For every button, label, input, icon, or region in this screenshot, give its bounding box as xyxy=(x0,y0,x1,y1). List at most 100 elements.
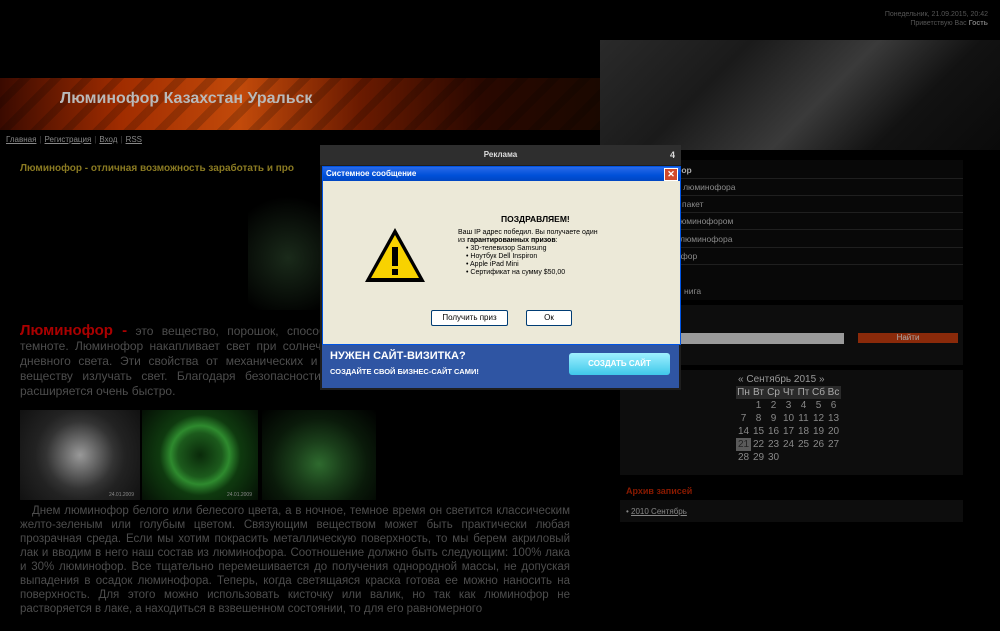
calendar-day[interactable]: 6 xyxy=(826,399,841,412)
calendar-day[interactable]: 5 xyxy=(811,399,826,412)
site-title: Люминофор Казахстан Уральск xyxy=(60,90,313,107)
calendar-day[interactable]: 7 xyxy=(736,412,751,425)
calendar-day[interactable]: 3 xyxy=(781,399,796,412)
weekday-label: Ср xyxy=(766,386,781,399)
weekday-label: Сб xyxy=(811,386,826,399)
calendar-header: « Сентябрь 2015 » xyxy=(738,374,825,385)
prize-item: Сертификат на сумму $50,00 xyxy=(466,269,598,277)
calendar-prev[interactable]: « xyxy=(738,374,744,385)
calendar-day[interactable]: 10 xyxy=(781,412,796,425)
sidebar-link[interactable]: юминофором xyxy=(680,216,733,226)
nav-rss-link[interactable]: RSS xyxy=(126,135,142,144)
dialog-heading: ПОЗДРАВЛЯЕМ! xyxy=(501,214,570,224)
calendar-week: 7 8 9 10 11 12 13 xyxy=(736,412,841,425)
calendar-day[interactable]: 23 xyxy=(766,438,781,451)
message-line: Ваш IP адрес победил. Вы получаете один xyxy=(458,229,598,236)
calendar-day[interactable]: 8 xyxy=(751,412,766,425)
photo-glowing-wheel[interactable]: 24.01.2009 xyxy=(142,410,258,500)
promo-banner[interactable]: НУЖЕН САЙТ-ВИЗИТКА? СОЗДАЙТЕ СВОЙ БИЗНЕС… xyxy=(322,345,679,388)
calendar-weekdays: Пн Вт Ср Чт Пт Сб Вс xyxy=(736,386,841,399)
sidebar-link[interactable]: е люминофора xyxy=(676,182,736,192)
get-prize-button[interactable]: Получить приз xyxy=(431,310,508,326)
calendar-day[interactable]: 21 xyxy=(736,438,751,451)
calendar-day[interactable]: 12 xyxy=(811,412,826,425)
calendar-day[interactable]: 27 xyxy=(826,438,841,451)
calendar-day[interactable]: 22 xyxy=(751,438,766,451)
sidebar-link[interactable]: нига xyxy=(684,286,701,296)
calendar-day[interactable]: 20 xyxy=(826,425,841,438)
photo-white-wheel[interactable]: 24.01.2009 xyxy=(20,410,140,500)
calendar-day[interactable]: 28 xyxy=(736,451,751,464)
dialog-message: Ваш IP адрес победил. Вы получаете один … xyxy=(458,229,598,277)
message-suffix: : xyxy=(555,237,558,244)
article-headline[interactable]: Люминофор - отличная возможность заработ… xyxy=(20,163,294,174)
calendar-day[interactable]: 9 xyxy=(766,412,781,425)
archive-link-label[interactable]: 2010 Сентябрь xyxy=(631,507,687,516)
fake-system-dialog[interactable]: Системное сообщение ✕ ПОЗДРАВЛЯЕМ! Ваш I… xyxy=(322,166,681,345)
weekday-label: Вт xyxy=(751,386,766,399)
create-site-button[interactable]: СОЗДАТЬ САЙТ xyxy=(569,353,670,375)
weekday-label: Чт xyxy=(781,386,796,399)
calendar-grid: Пн Вт Ср Чт Пт Сб Вс 1 2 3 4 5 6 7 8 9 10 11 12 13 14 15 16 17… xyxy=(736,386,841,464)
calendar-day[interactable]: 24 xyxy=(781,438,796,451)
top-nav: Главная | Регистрация | Вход | RSS xyxy=(6,135,143,144)
calendar-day[interactable]: 11 xyxy=(796,412,811,425)
calendar-month: Сентябрь 2015 xyxy=(746,374,817,385)
calendar-day[interactable]: 14 xyxy=(736,425,751,438)
calendar-week: 123456 xyxy=(736,399,841,412)
intro-bold: Люминофор - xyxy=(20,322,128,339)
prize-item: Apple iPad Mini xyxy=(466,261,598,269)
archive-title: Архив записей xyxy=(626,486,693,496)
calendar-day xyxy=(796,451,811,464)
calendar-day[interactable]: 18 xyxy=(796,425,811,438)
calendar-day[interactable]: 29 xyxy=(751,451,766,464)
message-prefix: из xyxy=(458,237,468,244)
calendar-day xyxy=(736,399,751,412)
promo-title: НУЖЕН САЙТ-ВИЗИТКА? xyxy=(330,350,466,362)
calendar-week: 21 22 23 24 25 26 27 xyxy=(736,438,841,451)
ad-titlebar: Реклама 4 xyxy=(320,145,681,165)
sidebar-link[interactable]: люминофора xyxy=(680,234,732,244)
ad-title: Реклама xyxy=(483,150,518,159)
calendar-day[interactable]: 15 xyxy=(751,425,766,438)
calendar-day[interactable]: 1 xyxy=(751,399,766,412)
calendar-day[interactable]: 19 xyxy=(811,425,826,438)
username: Гость xyxy=(968,20,988,27)
sidebar-link[interactable]: пакет xyxy=(682,199,703,209)
dialog-title: Системное сообщение xyxy=(326,169,417,178)
calendar-next[interactable]: » xyxy=(819,374,825,385)
dialog-titlebar: Системное сообщение ✕ xyxy=(323,167,680,181)
close-icon[interactable]: ✕ xyxy=(664,168,678,181)
photo-glowing-bottle[interactable] xyxy=(262,410,376,500)
prize-list: 3D-телевизор Samsung Ноутбук Dell Inspir… xyxy=(458,245,598,277)
nav-login-link[interactable]: Вход xyxy=(99,135,117,144)
calendar-days: 1 2 3 4 5 6 7 8 9 10 11 12 13 14 15 16 17 18 19 20 21 22 23 24 2… xyxy=(736,399,841,464)
prize-item: Ноутбук Dell Inspiron xyxy=(466,253,598,261)
archive-panel: • 2010 Сентябрь xyxy=(620,500,963,522)
promo-subtitle: СОЗДАЙТЕ СВОЙ БИЗНЕС-САЙТ САМИ! xyxy=(330,367,479,376)
search-button[interactable]: Найти xyxy=(858,333,958,343)
calendar-day[interactable]: 30 xyxy=(766,451,781,464)
calendar-week: 14 15 16 17 18 19 20 xyxy=(736,425,841,438)
datetime: Понедельник, 21.09.2015, 20:42 xyxy=(884,11,988,18)
calendar-day[interactable]: 26 xyxy=(811,438,826,451)
calendar-day xyxy=(811,451,826,464)
header-art xyxy=(600,40,1000,150)
nav-home-link[interactable]: Главная xyxy=(6,135,36,144)
weekday-label: Пн xyxy=(736,386,751,399)
weekday-label: Вс xyxy=(826,386,841,399)
calendar-day[interactable]: 4 xyxy=(796,399,811,412)
archive-link[interactable]: • 2010 Сентябрь xyxy=(626,507,687,516)
warning-icon xyxy=(365,228,425,282)
calendar-day[interactable]: 25 xyxy=(796,438,811,451)
article-body: Днем люминофор белого или белесого цвета… xyxy=(20,505,570,615)
glow-image xyxy=(248,180,328,310)
ok-button[interactable]: Ок xyxy=(526,310,572,326)
calendar-day[interactable]: 13 xyxy=(826,412,841,425)
nav-register-link[interactable]: Регистрация xyxy=(45,135,92,144)
calendar-day[interactable]: 2 xyxy=(766,399,781,412)
message-bold: гарантированных призов xyxy=(467,237,556,244)
calendar-week: 28 29 30 xyxy=(736,451,841,464)
calendar-day[interactable]: 16 xyxy=(766,425,781,438)
calendar-day[interactable]: 17 xyxy=(781,425,796,438)
